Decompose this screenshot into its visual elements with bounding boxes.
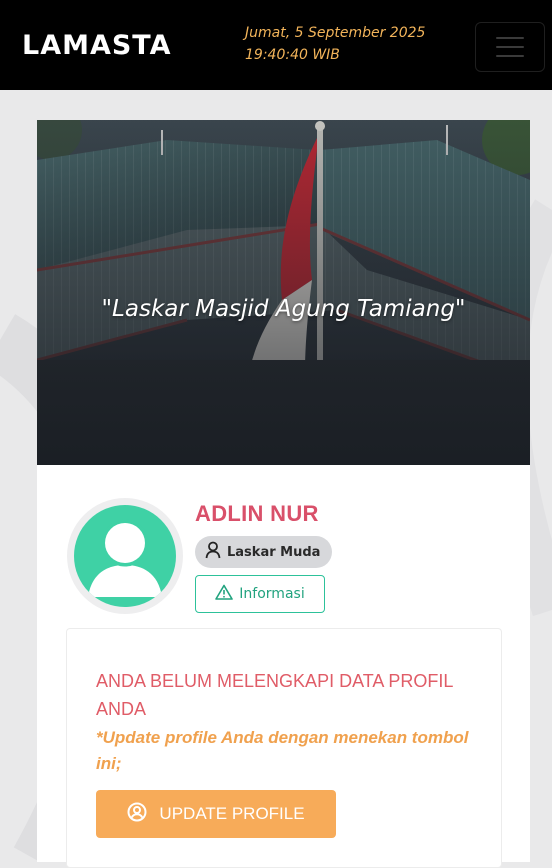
informasi-label: Informasi (239, 586, 305, 602)
role-badge: Laskar Muda (195, 536, 333, 568)
warning-triangle-icon (215, 584, 234, 604)
user-icon (205, 541, 221, 563)
avatar (67, 498, 183, 614)
menu-toggle-button[interactable] (475, 22, 545, 72)
user-avatar-icon (74, 505, 176, 607)
current-time: 19:40:40 WIB (245, 47, 340, 63)
profile-card: ADLIN NUR Laskar Muda Informasi ANDA BEL… (37, 465, 530, 868)
datetime-display: Jumat, 5 September 2025 19:40:40 WIB (245, 22, 425, 66)
user-circle-icon (127, 802, 147, 827)
update-profile-button[interactable]: UPDATE PROFILE (96, 790, 336, 838)
user-name: ADLIN NUR (195, 501, 319, 526)
update-profile-label: UPDATE PROFILE (159, 804, 305, 823)
informasi-button[interactable]: Informasi (195, 575, 325, 613)
hamburger-icon (496, 37, 524, 39)
hero-quote: "Laskar Masjid Agung Tamiang" (101, 296, 466, 322)
hero-banner: "Laskar Masjid Agung Tamiang" (37, 120, 530, 465)
incomplete-profile-alert: ANDA BELUM MELENGKAPI DATA PROFIL ANDA *… (66, 628, 502, 868)
mosque-flag-photo (37, 120, 530, 465)
top-navbar: LAMASTA Jumat, 5 September 2025 19:40:40… (0, 0, 552, 90)
current-date: Jumat, 5 September 2025 (245, 25, 426, 41)
alert-title: ANDA BELUM MELENGKAPI DATA PROFIL ANDA (96, 671, 453, 719)
brand-logo[interactable]: LAMASTA (22, 30, 172, 61)
alert-note: *Update profile Anda dengan menekan tomb… (96, 728, 469, 773)
hamburger-icon-bar (496, 55, 524, 57)
role-label: Laskar Muda (227, 544, 321, 560)
hamburger-icon-bar (496, 46, 524, 48)
